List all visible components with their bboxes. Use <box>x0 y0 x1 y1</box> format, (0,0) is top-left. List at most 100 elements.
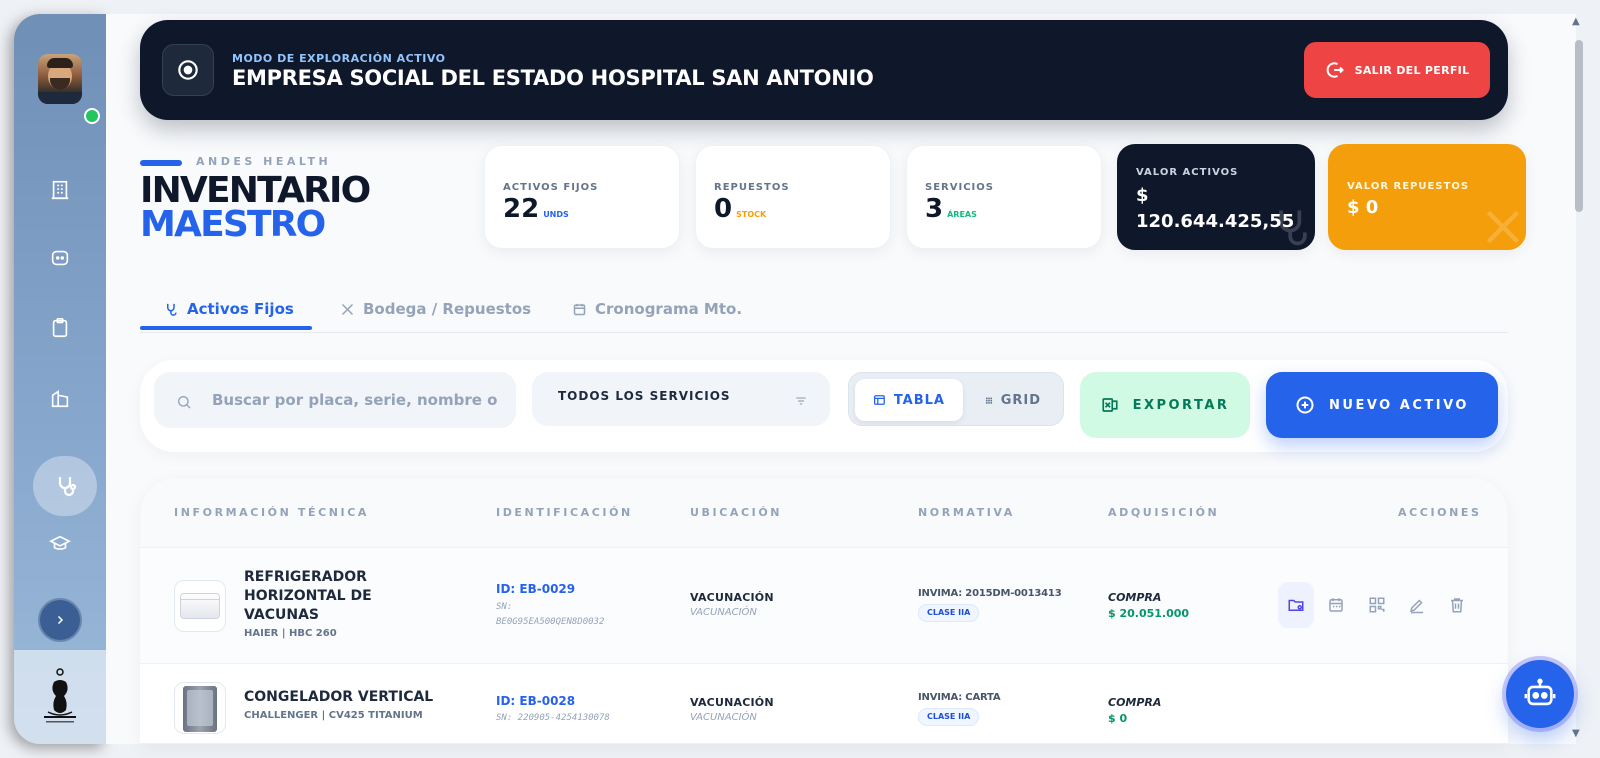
eye-icon <box>162 44 214 96</box>
risk-class-badge: CLASE IIA <box>918 708 980 726</box>
equipment-name: CONGELADOR VERTICAL <box>244 689 434 705</box>
tab-label: Cronograma Mto. <box>595 300 743 318</box>
serial-number: SN: BE0G95EA500QEN8D0032 <box>496 602 605 627</box>
table-row[interactable]: CONGELADOR VERTICAL CHALLENGER | CV425 T… <box>140 664 1508 744</box>
export-label: EXPORTAR <box>1132 397 1230 413</box>
view-grid-label: GRID <box>1000 392 1041 408</box>
chat-bot-icon[interactable] <box>46 244 74 272</box>
qr-code-icon <box>1369 597 1385 613</box>
graduation-cap-icon[interactable] <box>46 530 74 558</box>
qr-code-button[interactable] <box>1359 582 1395 628</box>
delete-button[interactable] <box>1439 582 1475 628</box>
view-table-label: TABLA <box>893 392 945 408</box>
bank-building-icon[interactable] <box>46 384 74 412</box>
view-grid-button[interactable]: GRID <box>967 379 1059 421</box>
tools-icon <box>341 303 354 315</box>
tab-label: Bodega / Repuestos <box>363 300 532 318</box>
sidebar-expand-button[interactable] <box>38 598 82 642</box>
acquisition-price: $ 20.051.000 <box>1108 607 1190 620</box>
excel-icon <box>1102 398 1118 412</box>
stethoscope-watermark-icon <box>1279 210 1307 246</box>
scroll-down-arrow[interactable]: ▼ <box>1572 728 1580 739</box>
acquisition-type: COMPRA <box>1108 696 1162 709</box>
stat-label: VALOR ACTIVOS <box>1136 167 1239 178</box>
trash-icon <box>1451 598 1463 613</box>
folder-icon <box>1288 599 1304 611</box>
stat-label: ACTIVOS FIJOS <box>503 182 599 193</box>
tab-maintenance-schedule[interactable]: Cronograma Mto. <box>572 294 742 324</box>
stat-label: REPUESTOS <box>714 182 790 193</box>
acquisition-type: COMPRA <box>1108 591 1162 604</box>
building-icon[interactable] <box>46 176 74 204</box>
main-panel: MODO DE EXPLORACIÓN ACTIVO EMPRESA SOCIA… <box>106 14 1576 744</box>
search-input[interactable] <box>212 388 500 412</box>
toolbar: TODOS LOS SERVICIOS TABLA GRID EXPORTAR … <box>140 360 1508 452</box>
tab-label: Activos Fijos <box>187 300 294 318</box>
schedule-button[interactable] <box>1318 582 1354 628</box>
table-header: INFORMACIÓN TÉCNICA IDENTIFICACIÓN UBICA… <box>140 478 1508 548</box>
tab-fixed-assets[interactable]: Activos Fijos <box>164 294 294 324</box>
scroll-up-arrow[interactable]: ▲ <box>1572 16 1580 27</box>
equipment-brand-model: HAIER | HBC 260 <box>244 628 337 639</box>
stat-card-spare-parts: REPUESTOS 0 STOCK <box>695 145 891 249</box>
column-header: INFORMACIÓN TÉCNICA <box>174 506 370 519</box>
stat-value: 22 UNDS <box>503 194 569 224</box>
user-avatar[interactable] <box>38 54 82 104</box>
location: VACUNACIÓN <box>690 591 774 604</box>
assistant-bot-button[interactable] <box>1506 660 1574 728</box>
view-table-button[interactable]: TABLA <box>855 379 963 421</box>
equipment-thumbnail <box>174 580 226 632</box>
calendar-icon <box>573 303 586 315</box>
stat-value: $ 0 <box>1347 197 1379 218</box>
stat-card-services: SERVICIOS 3 ÁREAS <box>906 145 1102 249</box>
equipment-thumbnail <box>174 682 226 734</box>
export-button[interactable]: EXPORTAR <box>1080 372 1250 438</box>
robot-icon <box>1524 678 1556 706</box>
exploration-mode-label: MODO DE EXPLORACIÓN ACTIVO <box>232 52 446 65</box>
logout-icon <box>1326 62 1344 78</box>
new-asset-button[interactable]: NUEVO ACTIVO <box>1266 372 1498 438</box>
brand-label: ANDES HEALTH <box>196 155 332 168</box>
plus-circle-icon <box>1296 396 1314 414</box>
service-filter-select[interactable]: TODOS LOS SERVICIOS <box>532 372 830 426</box>
search-icon <box>178 396 191 409</box>
serial-number: SN: 220905-4254130078 <box>496 713 610 723</box>
service-filter-value: TODOS LOS SERVICIOS <box>558 389 731 403</box>
column-header: NORMATIVA <box>918 506 1015 519</box>
asset-id: ID: EB-0028 <box>496 694 576 708</box>
title-accent-bar <box>140 160 182 166</box>
stethoscope-icon <box>167 303 177 316</box>
location-sub: VACUNACIÓN <box>690 607 757 618</box>
calendar-icon <box>1329 598 1343 612</box>
equipment-brand-model: CHALLENGER | CV425 TITANIUM <box>244 710 423 721</box>
clipboard-icon[interactable] <box>46 314 74 342</box>
stat-value: 3 ÁREAS <box>925 194 977 224</box>
location-sub: VACUNACIÓN <box>690 712 757 723</box>
equipment-name: REFRIGERADOR HORIZONTAL DE VACUNAS <box>244 569 372 623</box>
sidebar <box>14 14 106 744</box>
table-row[interactable]: REFRIGERADOR HORIZONTAL DE VACUNAS HAIER… <box>140 548 1508 664</box>
assets-table: INFORMACIÓN TÉCNICA IDENTIFICACIÓN UBICA… <box>140 478 1508 744</box>
tab-warehouse[interactable]: Bodega / Repuestos <box>340 294 531 324</box>
edit-button[interactable] <box>1399 582 1435 628</box>
sidebar-footer <box>14 650 106 744</box>
invima-registry: INVIMA: 2015DM-0013413 <box>918 588 1062 599</box>
tabs-divider <box>140 332 1508 333</box>
folder-button[interactable] <box>1278 582 1314 628</box>
asset-id: ID: EB-0029 <box>496 582 576 596</box>
hospital-logo <box>38 666 82 728</box>
column-header: ADQUISICIÓN <box>1108 506 1220 519</box>
view-toggle: TABLA GRID <box>848 372 1064 426</box>
exit-profile-button[interactable]: SALIR DEL PERFIL <box>1304 42 1490 98</box>
page-title-line2: MAESTRO <box>140 204 326 245</box>
tools-watermark-icon <box>1486 210 1520 244</box>
search-field <box>154 372 516 428</box>
grid-icon <box>985 397 993 404</box>
entity-name: EMPRESA SOCIAL DEL ESTADO HOSPITAL SAN A… <box>232 66 874 90</box>
stat-card-parts-value: VALOR REPUESTOS $ 0 <box>1328 144 1526 250</box>
scrollbar-thumb[interactable] <box>1575 40 1583 212</box>
stethoscope-icon[interactable] <box>52 472 80 500</box>
acquisition-price: $ 0 <box>1108 712 1128 725</box>
stat-card-fixed-assets: ACTIVOS FIJOS 22 UNDS <box>484 145 680 249</box>
stat-value: 0 STOCK <box>714 194 767 224</box>
